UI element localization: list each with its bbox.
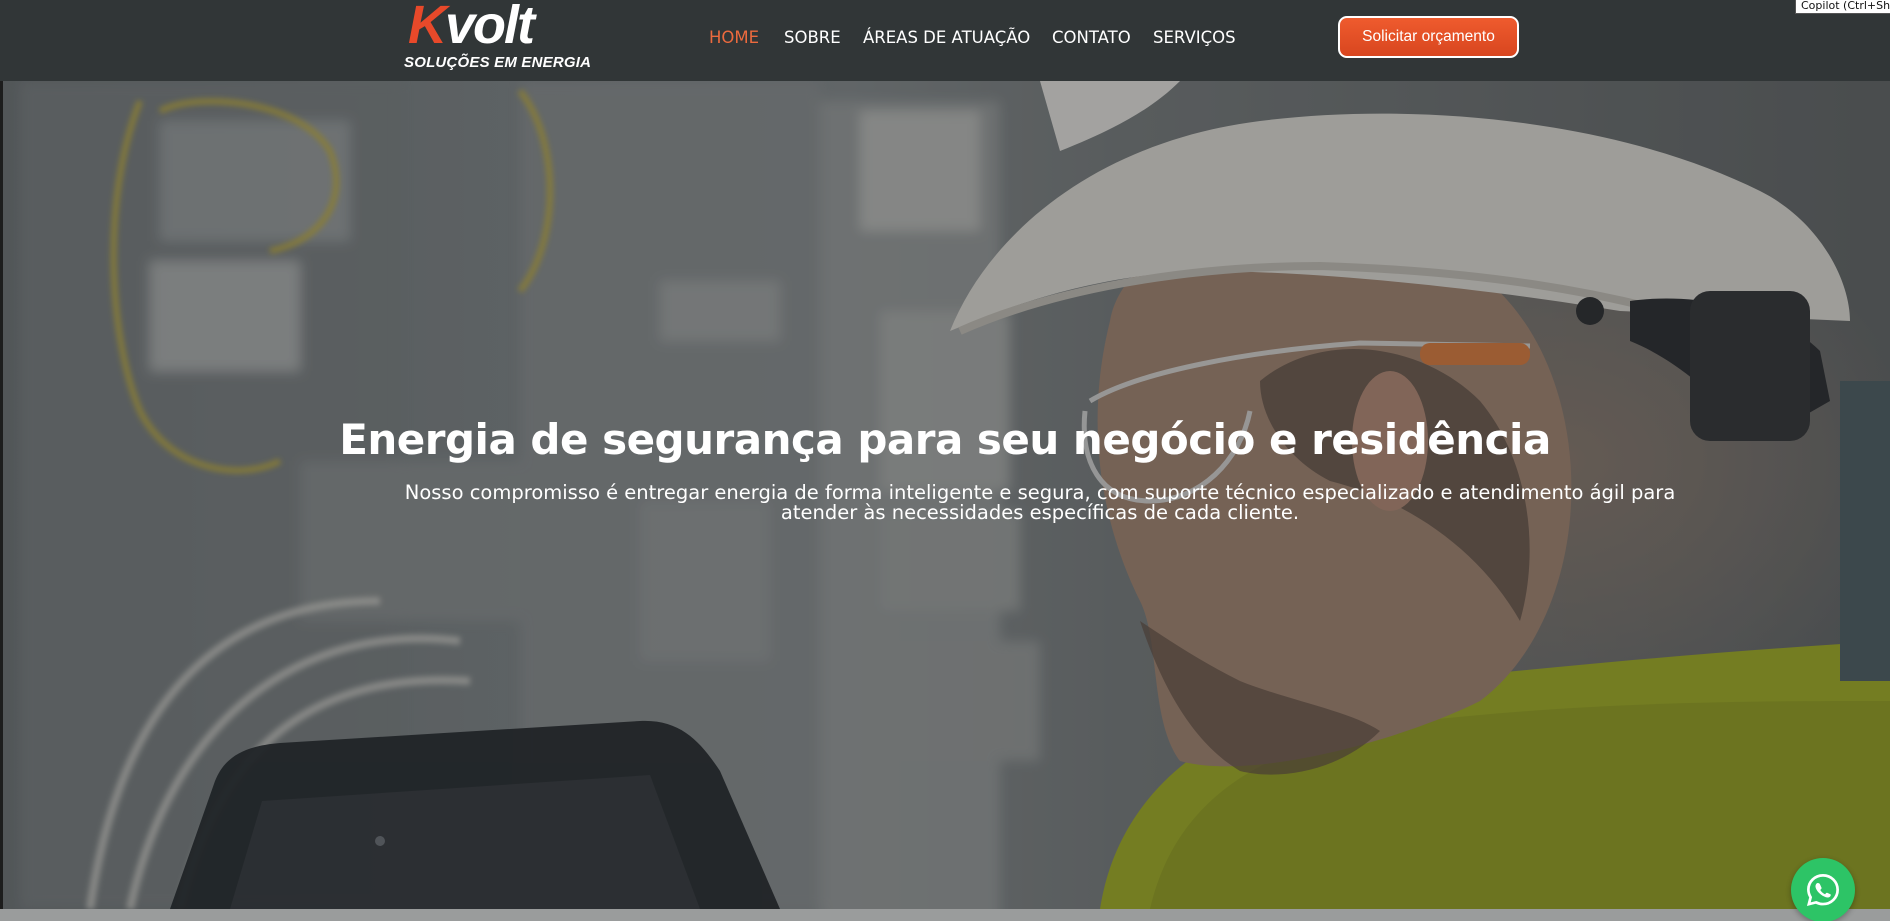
request-quote-button[interactable]: Solicitar orçamento xyxy=(1338,16,1519,58)
logo-wordmark: Kvolt xyxy=(408,0,535,55)
whatsapp-icon xyxy=(1806,874,1839,907)
logo-letter-k: K xyxy=(408,0,447,55)
kvolt-logo[interactable]: Kvolt SOLUÇÕES EM ENERGIA xyxy=(402,0,592,72)
logo-tagline: SOLUÇÕES EM ENERGIA xyxy=(404,54,592,71)
hero-subtitle: Nosso compromisso é entregar energia de … xyxy=(404,481,1676,524)
nav-item-sobre[interactable]: SOBRE xyxy=(784,26,841,50)
hero-banner: Energia de segurança para seu negócio e … xyxy=(0,81,1890,909)
nav-item-home[interactable]: HOME xyxy=(709,26,759,50)
page-left-edge xyxy=(0,81,3,921)
next-section-strip xyxy=(0,909,1890,921)
nav-item-contato[interactable]: CONTATO xyxy=(1052,26,1131,50)
copilot-tooltip: Copilot (Ctrl+Shi xyxy=(1795,0,1890,14)
whatsapp-button[interactable] xyxy=(1791,858,1855,921)
hero-title: Energia de segurança para seu negócio e … xyxy=(339,415,1551,464)
nav-item-servicos[interactable]: SERVIÇOS xyxy=(1153,26,1236,50)
nav-item-areas-de-atuacao[interactable]: ÁREAS DE ATUAÇÃO xyxy=(863,26,1030,50)
site-header: Kvolt SOLUÇÕES EM ENERGIA HOME SOBRE ÁRE… xyxy=(0,0,1890,81)
logo-letters: volt xyxy=(445,0,535,55)
